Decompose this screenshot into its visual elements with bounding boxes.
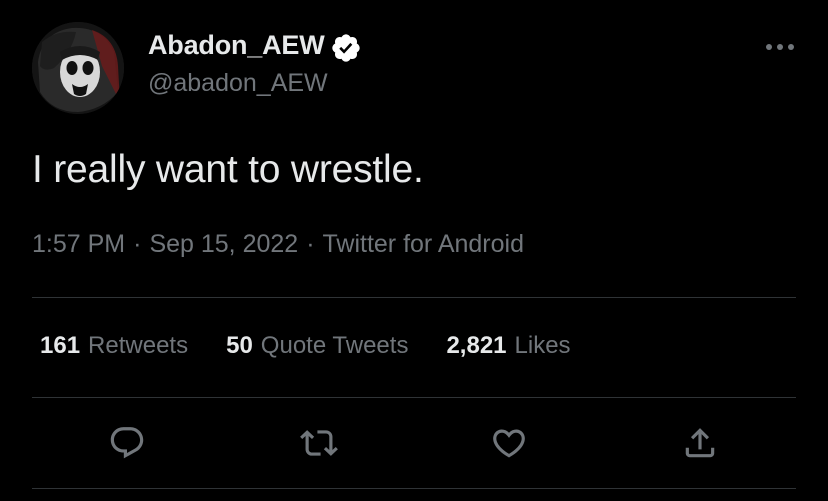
retweets-count: 161 [40,332,81,359]
tweet-meta: 1:57 PM · Sep 15, 2022 · Twitter for Android [32,230,524,259]
verified-badge-icon [332,34,360,62]
retweets-label: Retweets [88,332,189,359]
divider [32,488,796,489]
action-bar [0,420,828,466]
likes-label: Likes [514,332,571,359]
retweet-button[interactable] [296,420,342,466]
tweet-text: I really want to wrestle. [32,148,424,191]
quotes-label: Quote Tweets [260,332,409,359]
retweets-stat[interactable]: 161 Retweets [40,332,188,360]
share-icon [685,428,715,458]
quotes-stat[interactable]: 50 Quote Tweets [226,332,408,360]
divider [32,297,796,298]
tweet-source[interactable]: Twitter for Android [323,230,524,259]
likes-count: 2,821 [446,332,507,359]
more-options-icon[interactable] [760,34,800,60]
likes-stat[interactable]: 2,821 Likes [446,332,570,360]
avatar[interactable] [32,22,124,114]
display-name[interactable]: Abadon_AEW [148,30,325,61]
tweet-time[interactable]: 1:57 PM [32,230,125,259]
meta-separator: · [133,230,142,258]
share-button[interactable] [677,420,723,466]
like-icon [493,429,525,458]
tweet-date[interactable]: Sep 15, 2022 [149,230,298,259]
user-handle[interactable]: @abadon_AEW [148,69,328,98]
meta-separator: · [306,230,315,258]
like-button[interactable] [486,420,532,466]
avatar-image [32,22,124,114]
retweet-icon [300,430,338,456]
quotes-count: 50 [226,332,253,359]
reply-button[interactable] [104,420,150,466]
engagement-stats: 161 Retweets 50 Quote Tweets 2,821 Likes [40,332,571,360]
tweet-card: Abadon_AEW @abadon_AEW I really want to … [0,0,828,501]
reply-icon [110,427,144,459]
divider [32,397,796,398]
